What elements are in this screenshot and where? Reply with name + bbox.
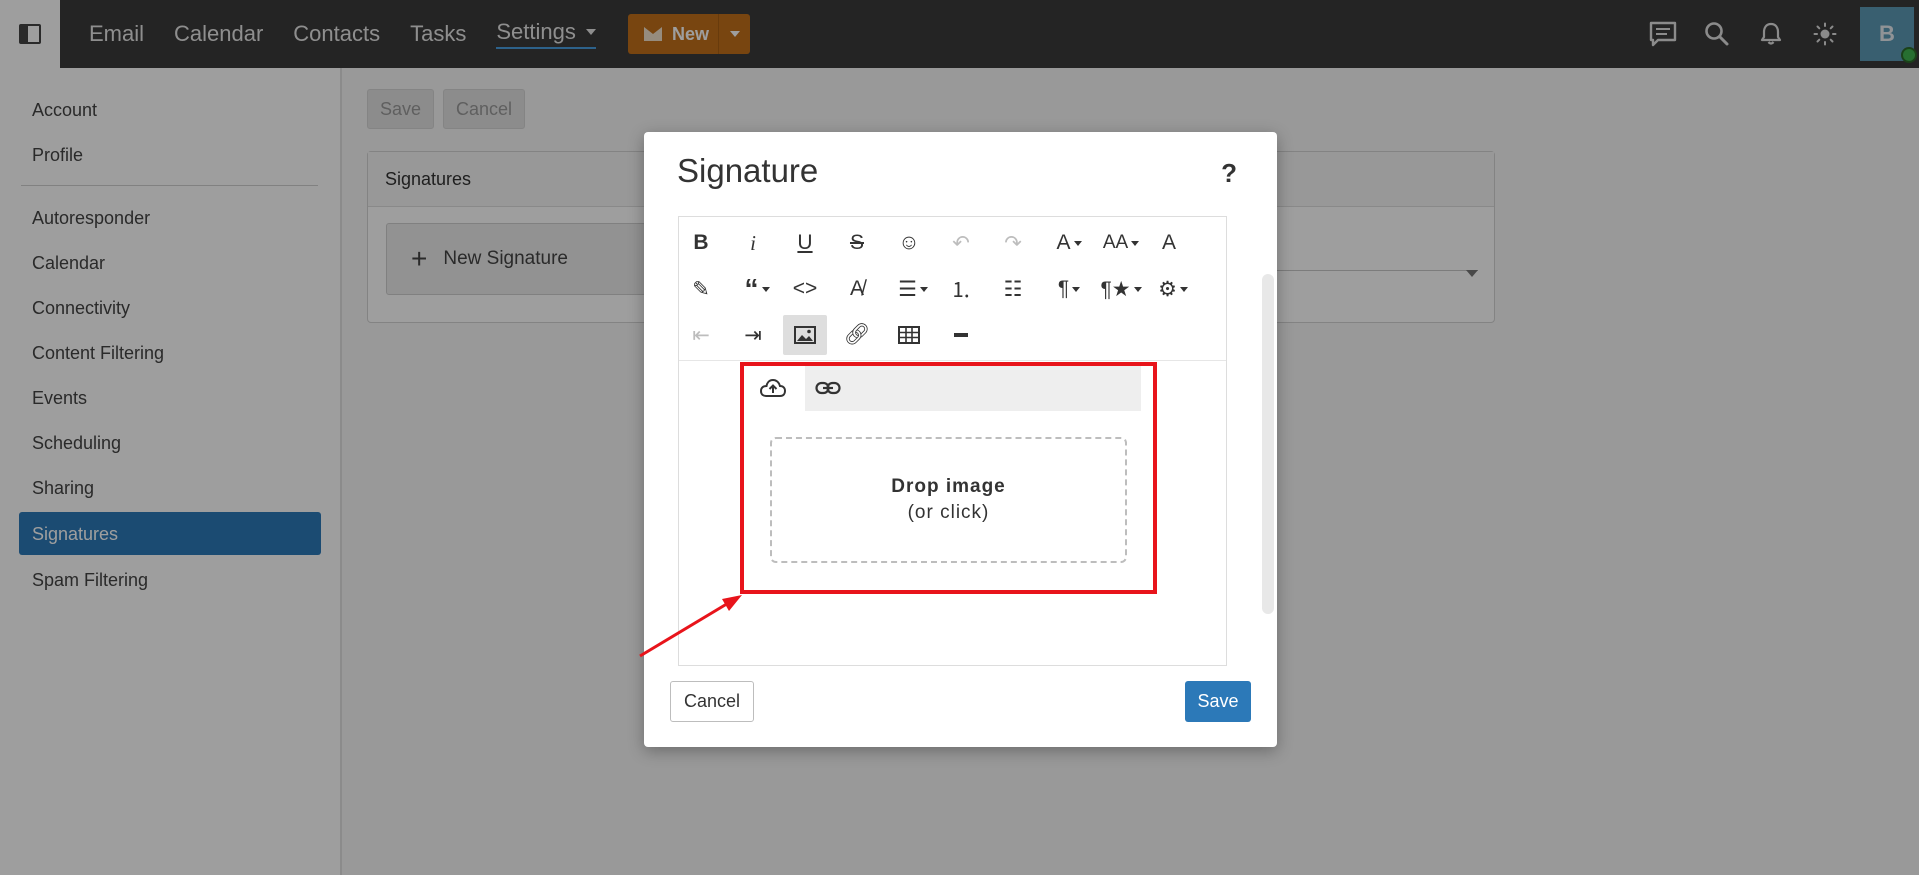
insert-image-button[interactable] bbox=[783, 315, 827, 355]
code-icon: <> bbox=[792, 277, 818, 300]
ordered-list-button[interactable]: ⒈ bbox=[939, 269, 983, 309]
scrollbar[interactable] bbox=[1262, 274, 1274, 614]
paragraph-icon: ¶ bbox=[1057, 277, 1070, 300]
chevron-down-icon bbox=[1133, 286, 1142, 292]
text-color-icon: A bbox=[1161, 231, 1176, 254]
redo-button[interactable]: ↷ bbox=[991, 223, 1035, 263]
font-family-button[interactable]: A bbox=[1043, 223, 1095, 263]
insert-table-button[interactable] bbox=[887, 315, 931, 355]
insert-link-button[interactable]: 🔗︎ bbox=[835, 315, 879, 355]
italic-icon: i bbox=[750, 230, 756, 255]
chevron-down-icon bbox=[919, 286, 928, 292]
paragraph-style-icon: ¶★ bbox=[1100, 277, 1131, 301]
dialog-save-button[interactable]: Save bbox=[1185, 681, 1251, 722]
undo-button[interactable]: ↶ bbox=[939, 223, 983, 263]
strikethrough-button[interactable]: S bbox=[835, 223, 879, 263]
horizontal-rule-icon bbox=[954, 333, 968, 337]
chevron-down-icon bbox=[1073, 240, 1082, 246]
emoji-icon: ☺ bbox=[898, 231, 920, 254]
quote-icon: “ bbox=[744, 273, 759, 304]
unordered-list-button[interactable]: ☷ bbox=[991, 269, 1035, 309]
highlighter-icon: ✎ bbox=[692, 277, 710, 301]
chevron-down-icon bbox=[761, 286, 770, 292]
help-button[interactable]: ? bbox=[1221, 158, 1237, 189]
table-icon bbox=[898, 326, 920, 344]
chevron-down-icon bbox=[1072, 286, 1081, 292]
align-button[interactable]: ☰ bbox=[887, 269, 939, 309]
bold-button[interactable]: B bbox=[679, 223, 723, 263]
highlight-box bbox=[740, 362, 1157, 594]
chevron-down-icon bbox=[1131, 240, 1140, 246]
strikethrough-icon: S bbox=[849, 231, 864, 254]
horizontal-rule-button[interactable] bbox=[939, 315, 983, 355]
code-button[interactable]: <> bbox=[783, 269, 827, 309]
bold-icon: B bbox=[693, 231, 709, 254]
font-size-icon: AA bbox=[1102, 232, 1129, 253]
redo-icon: ↷ bbox=[1004, 231, 1022, 255]
emoji-button[interactable]: ☺ bbox=[887, 223, 931, 263]
more-options-button[interactable]: ⚙ bbox=[1147, 269, 1199, 309]
indent-icon: ⇥ bbox=[744, 323, 762, 347]
undo-icon: ↶ bbox=[952, 231, 970, 255]
outdent-icon: ⇤ bbox=[692, 323, 710, 347]
italic-button[interactable]: i bbox=[731, 223, 775, 263]
gear-icon: ⚙ bbox=[1158, 277, 1177, 301]
editor-toolbar: B i U S ☺ ↶ ↷ A AA A ✎ “ <> A̸ ☰ ⒈ ☷ ¶ ¶… bbox=[679, 217, 1226, 361]
ordered-list-icon: ⒈ bbox=[950, 279, 972, 302]
blockquote-button[interactable]: “ bbox=[731, 269, 783, 309]
chevron-down-icon bbox=[1179, 286, 1188, 292]
paragraph-button[interactable]: ¶ bbox=[1043, 269, 1095, 309]
link-icon: 🔗︎ bbox=[843, 323, 871, 346]
outdent-button[interactable]: ⇤ bbox=[679, 315, 723, 355]
highlight-button[interactable]: ✎ bbox=[679, 269, 723, 309]
paragraph-style-button[interactable]: ¶★ bbox=[1095, 269, 1147, 309]
font-size-button[interactable]: AA bbox=[1095, 223, 1147, 263]
underline-icon: U bbox=[797, 231, 813, 254]
indent-button[interactable]: ⇥ bbox=[731, 315, 775, 355]
dialog-title: Signature bbox=[677, 152, 819, 189]
text-color-button[interactable]: A bbox=[1147, 223, 1191, 263]
clear-format-icon: A̸ bbox=[849, 277, 864, 300]
font-family-icon: A bbox=[1056, 231, 1071, 254]
bullet-list-icon: ☷ bbox=[1003, 277, 1023, 301]
clear-format-button[interactable]: A̸ bbox=[835, 269, 879, 309]
image-icon bbox=[794, 326, 816, 344]
dialog-cancel-button[interactable]: Cancel bbox=[670, 681, 754, 722]
align-left-icon: ☰ bbox=[898, 277, 917, 301]
underline-button[interactable]: U bbox=[783, 223, 827, 263]
